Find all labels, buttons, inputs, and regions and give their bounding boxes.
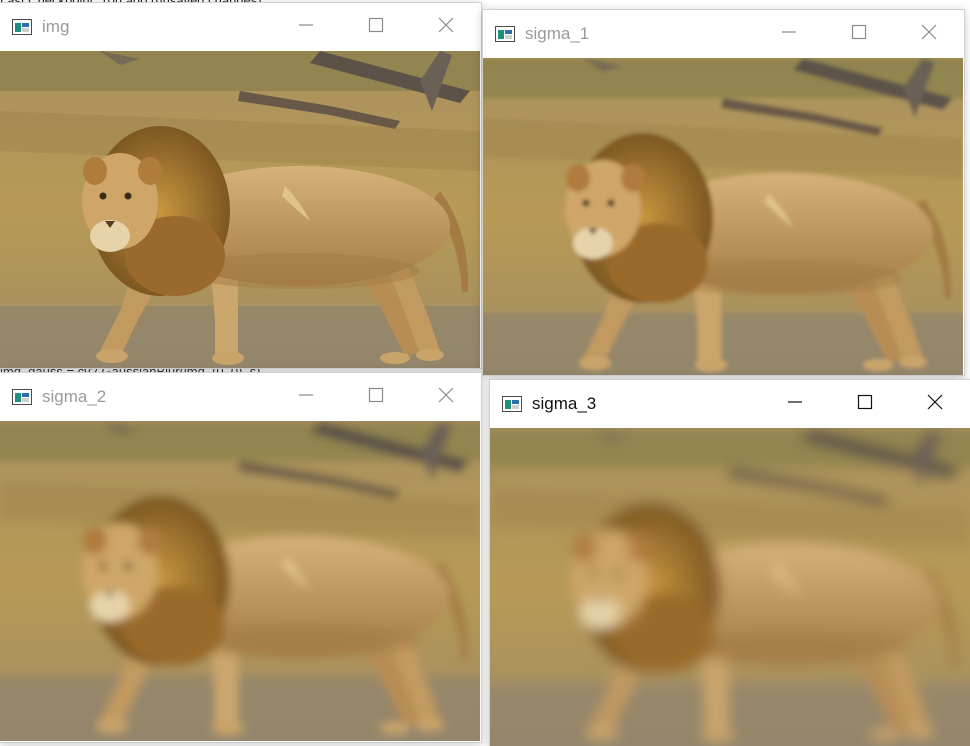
minimize-button[interactable] (754, 10, 824, 58)
maximize-button[interactable] (824, 10, 894, 58)
maximize-button[interactable] (830, 380, 900, 428)
window-title: sigma_1 (525, 24, 590, 43)
close-icon (438, 387, 454, 408)
close-button[interactable] (411, 373, 481, 421)
minimize-button[interactable] (271, 373, 341, 421)
maximize-icon (857, 394, 873, 415)
window-sigma-2[interactable]: sigma_2 (0, 373, 481, 742)
image-viewport (0, 421, 481, 742)
image-viewport (490, 428, 970, 746)
minimize-button[interactable] (271, 3, 341, 51)
window-titlebar[interactable]: sigma_3 (490, 380, 970, 428)
lion-image (483, 58, 964, 375)
close-button[interactable] (894, 10, 964, 58)
window-titlebar[interactable]: sigma_2 (0, 373, 481, 421)
window-title: img (42, 17, 70, 36)
window-titlebar[interactable]: img (0, 3, 481, 51)
image-viewport (0, 51, 481, 368)
window-sigma-3[interactable]: sigma_3 (490, 380, 970, 746)
window-title: sigma_3 (532, 394, 597, 413)
window-img[interactable]: img (0, 3, 481, 368)
maximize-icon (851, 24, 867, 45)
app-window-icon (12, 19, 32, 35)
lion-image (0, 421, 481, 742)
minimize-button[interactable] (760, 380, 830, 428)
close-button[interactable] (411, 3, 481, 51)
window-sigma-1[interactable]: sigma_1 (483, 10, 964, 375)
app-window-icon (495, 26, 515, 42)
close-icon (921, 24, 937, 45)
lion-image (490, 428, 970, 746)
app-window-icon (12, 389, 32, 405)
maximize-icon (368, 387, 384, 408)
image-viewport (483, 58, 964, 375)
maximize-button[interactable] (341, 3, 411, 51)
minimize-icon (298, 387, 314, 408)
maximize-icon (368, 17, 384, 38)
lion-image (0, 51, 481, 368)
maximize-button[interactable] (341, 373, 411, 421)
minimize-icon (781, 24, 797, 45)
app-window-icon (502, 396, 522, 412)
minimize-icon (787, 394, 803, 415)
close-button[interactable] (900, 380, 970, 428)
close-icon (438, 17, 454, 38)
window-title: sigma_2 (42, 387, 107, 406)
minimize-icon (298, 17, 314, 38)
window-titlebar[interactable]: sigma_1 (483, 10, 964, 58)
close-icon (927, 394, 943, 415)
